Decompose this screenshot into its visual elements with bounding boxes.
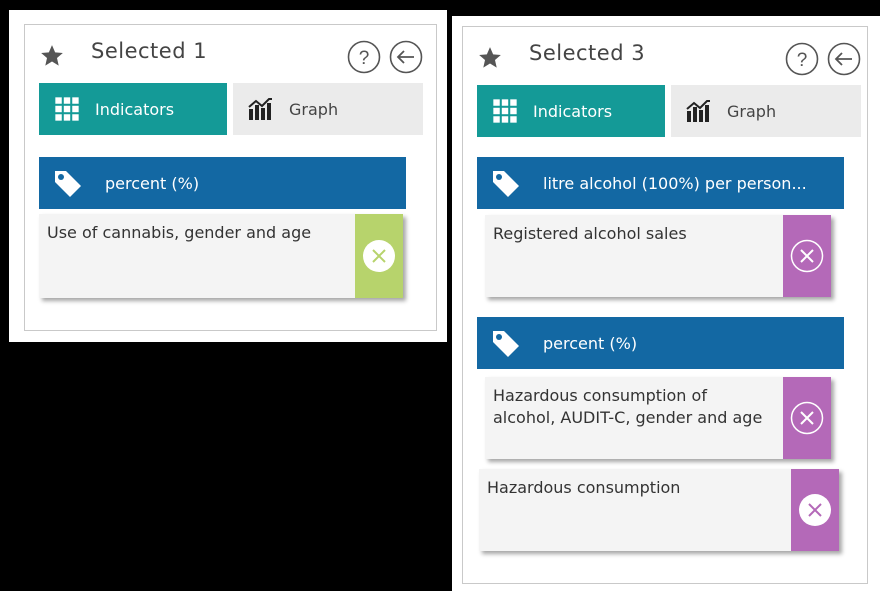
unit-header: percent (%): [39, 157, 406, 209]
svg-text:?: ?: [359, 48, 370, 69]
star-icon: [41, 45, 63, 66]
remove-indicator-button[interactable]: [783, 377, 831, 459]
remove-indicator-button[interactable]: [791, 469, 839, 551]
back-arrow-icon[interactable]: [827, 42, 861, 76]
selected-panel-right: Selected 3 ? Indicators Graph litre alco…: [462, 26, 868, 584]
indicator-card: Hazardous consumption: [479, 469, 839, 551]
tag-icon: [493, 171, 519, 197]
tab-graph-label: Graph: [289, 99, 339, 119]
help-icon[interactable]: ?: [785, 42, 819, 76]
indicator-label: Use of cannabis, gender and age: [47, 223, 312, 242]
grid-icon: [55, 97, 79, 121]
close-circle-icon: [363, 240, 395, 272]
remove-indicator-button[interactable]: [783, 215, 831, 297]
panel-header: Selected 3 ?: [463, 27, 867, 85]
tab-indicators[interactable]: Indicators: [477, 85, 665, 137]
panel-title: Selected 1: [91, 39, 208, 63]
indicator-label: Hazardous consumption of alcohol, AUDIT-…: [493, 386, 763, 427]
tab-bar: Indicators Graph: [39, 83, 423, 135]
panel-header: Selected 1 ?: [25, 25, 436, 83]
indicator-card: Hazardous consumption of alcohol, AUDIT-…: [485, 377, 831, 459]
grid-icon: [493, 99, 517, 123]
tab-indicators[interactable]: Indicators: [39, 83, 227, 135]
indicator-label: Hazardous consumption: [487, 478, 681, 497]
remove-indicator-button[interactable]: [355, 214, 403, 298]
close-circle-icon: [790, 401, 824, 435]
tab-bar: Indicators Graph: [477, 85, 861, 137]
tag-icon: [493, 331, 519, 357]
close-circle-icon: [790, 239, 824, 273]
indicator-card: Use of cannabis, gender and age: [39, 214, 403, 298]
back-arrow-icon[interactable]: [389, 40, 423, 74]
tag-icon: [55, 171, 81, 197]
indicator-label: Registered alcohol sales: [493, 224, 687, 243]
unit-header: percent (%): [477, 317, 844, 369]
tab-indicators-label: Indicators: [95, 99, 175, 119]
tab-graph-label: Graph: [727, 101, 777, 121]
graph-icon: [248, 98, 272, 120]
unit-label: percent (%): [543, 333, 638, 353]
selected-panel-left: Selected 1 ? Indicators Graph percent (%…: [24, 24, 437, 331]
indicator-card: Registered alcohol sales: [485, 215, 831, 297]
tab-graph[interactable]: Graph: [233, 83, 423, 135]
unit-label: percent (%): [105, 173, 200, 193]
graph-icon: [686, 100, 710, 122]
unit-header: litre alcohol (100%) per person...: [477, 157, 844, 209]
panel-title: Selected 3: [529, 41, 646, 65]
unit-label: litre alcohol (100%) per person...: [543, 173, 807, 193]
close-circle-icon: [799, 494, 831, 526]
tab-indicators-label: Indicators: [533, 101, 613, 121]
svg-text:?: ?: [797, 50, 808, 71]
star-icon: [479, 47, 501, 68]
tab-graph[interactable]: Graph: [671, 85, 861, 137]
help-icon[interactable]: ?: [347, 40, 381, 74]
